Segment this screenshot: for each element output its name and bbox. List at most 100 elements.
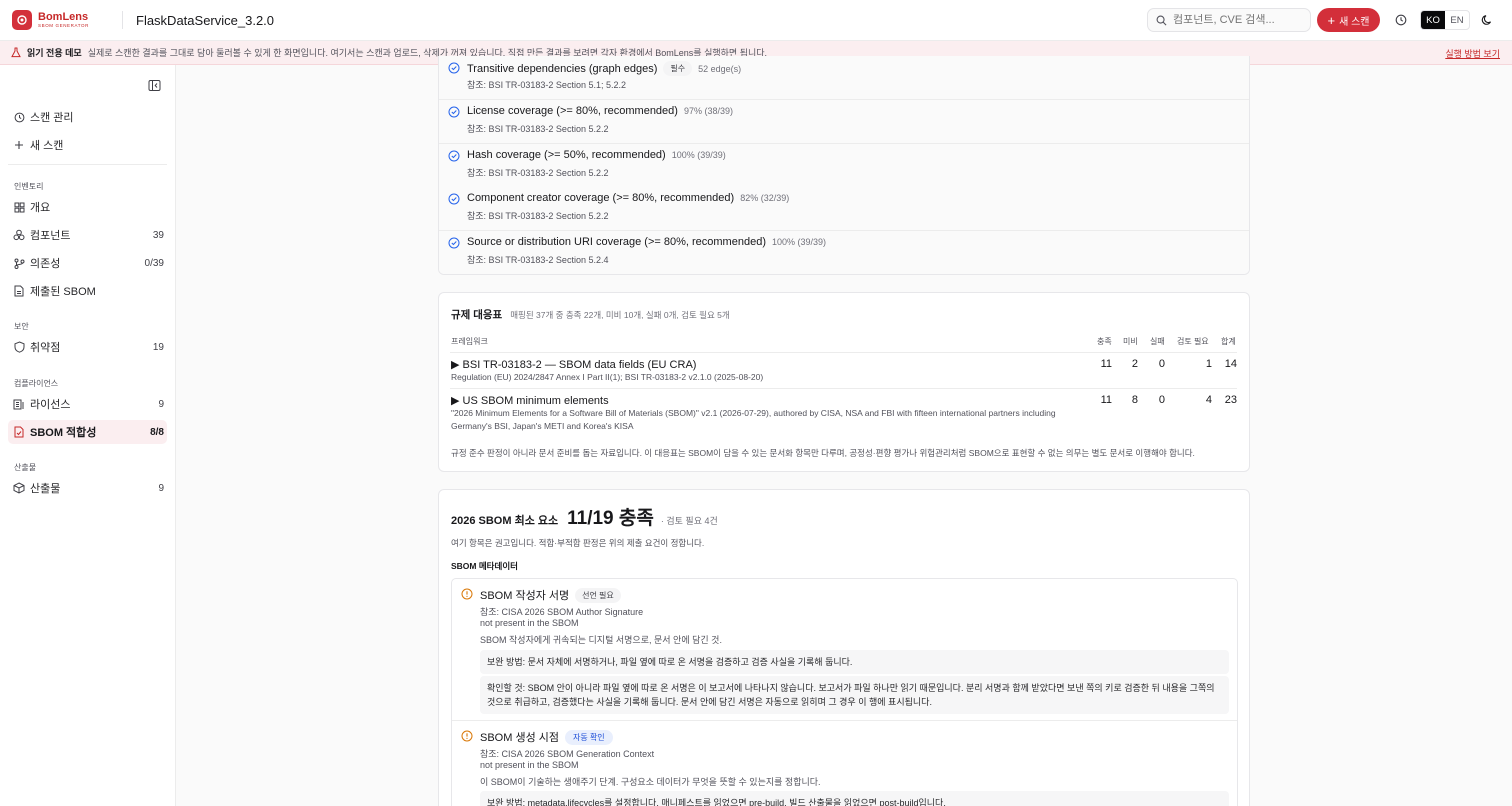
check-meta: 100% (39/39) <box>771 237 827 247</box>
check-circle-icon <box>448 193 460 208</box>
lang-en-button[interactable]: EN <box>1445 11 1469 29</box>
reg-table-summary: 매핑된 37개 중 충족 22개, 미비 10개, 실패 0개, 검토 필요 5… <box>510 310 730 320</box>
sidebar-item-label: 새 스캔 <box>30 140 64 152</box>
brand-name: BomLens <box>38 10 89 23</box>
cubes-icon <box>13 229 25 241</box>
sidebar-item-new-scan[interactable]: 새 스캔 <box>8 133 167 157</box>
met-count: 11 <box>1100 358 1112 370</box>
search-box[interactable] <box>1147 8 1311 32</box>
check-title: Component creator coverage (>= 80%, reco… <box>467 192 735 204</box>
minimum-elements-card: 2026 SBOM 최소 요소 11/19 충족 · 검토 필요 4건 여기 항… <box>438 489 1250 806</box>
element-detail: 이 SBOM이 기술하는 생애주기 단계. 구성요소 데이터가 무엇을 뜻할 수… <box>480 777 821 787</box>
new-scan-button[interactable]: + 새 스캔 <box>1317 8 1380 32</box>
sidebar-item-count: 9 <box>158 482 164 494</box>
warning-circle-icon <box>461 730 473 745</box>
col-header-fail: 실패 <box>1150 337 1165 346</box>
plus-icon: + <box>1327 12 1336 28</box>
search-input[interactable] <box>1173 14 1303 26</box>
framework-description: Regulation (EU) 2024/2847 Annex I Part I… <box>451 372 764 382</box>
sidebar-item-components[interactable]: 컴포넌트 39 <box>8 223 167 247</box>
total-count: 23 <box>1224 394 1237 406</box>
history-button[interactable] <box>1390 9 1412 31</box>
check-guidance: 확인할 것: SBOM 안이 아니라 파일 옆에 따로 온 서명은 이 보고서에… <box>480 676 1229 714</box>
min-elements-label: 2026 SBOM 최소 요소 <box>451 515 559 527</box>
fix-guidance: 보완 방법: metadata.lifecycles를 설정합니다. 매니페스트… <box>480 791 1229 806</box>
file-check-icon <box>13 426 25 438</box>
sidebar-item-label: SBOM 적합성 <box>30 427 97 439</box>
branch-icon <box>13 257 25 269</box>
check-circle-icon <box>448 150 460 165</box>
check-meta: 82% (32/39) <box>740 193 790 203</box>
bsi-checks-panel: Transitive dependencies (graph edges) 필수 5… <box>438 56 1250 275</box>
sidebar-item-dependencies[interactable]: 의존성 0/39 <box>8 251 167 275</box>
element-item: SBOM 생성 시점 자동 확인 참조: CISA 2026 SBOM Gener… <box>452 721 1237 806</box>
framework-name[interactable]: ▶ BSI TR-03183-2 — SBOM data fields (EU … <box>451 358 696 371</box>
review-count: 1 <box>1205 358 1212 370</box>
regulation-table-card: 규제 대응표 매핑된 37개 중 충족 22개, 미비 10개, 실패 0개, 검… <box>438 292 1250 472</box>
check-reference: 참조: BSI TR-03183-2 Section 5.2.2 <box>467 124 609 134</box>
sidebar-section-compliance: 컴플라이언스 <box>14 379 59 388</box>
banner-howto-link[interactable]: 실행 방법 보기 <box>1445 47 1500 60</box>
language-switch: KO EN <box>1420 10 1470 30</box>
check-reference: 참조: BSI TR-03183-2 Section 5.2.4 <box>467 255 609 265</box>
min-elements-description: 여기 항목은 권고입니다. 적합·부적합 판정은 위의 제출 요건이 정합니다. <box>451 538 705 548</box>
sidebar-section-security: 보안 <box>14 322 29 331</box>
sidebar-item-label: 스캔 관리 <box>30 112 74 124</box>
check-circle-icon <box>448 62 460 77</box>
required-badge: 필수 <box>663 61 693 76</box>
brand-logo[interactable]: BomLens SBOM GENERATOR <box>12 10 116 30</box>
framework-name[interactable]: ▶ US SBOM minimum elements <box>451 394 609 407</box>
sidebar-item-count: 0/39 <box>144 257 164 269</box>
element-title: SBOM 생성 시점 <box>480 732 559 744</box>
missing-count: 2 <box>1131 358 1138 370</box>
clock-icon <box>13 111 25 123</box>
check-row: Source or distribution URI coverage (>= … <box>439 231 1249 274</box>
project-title: FlaskDataService_3.2.0 <box>136 12 275 28</box>
lang-ko-button[interactable]: KO <box>1421 11 1445 29</box>
sidebar-item-count: 19 <box>152 341 164 353</box>
reg-table-title: 규제 대응표 <box>451 309 503 321</box>
flask-icon <box>11 47 21 58</box>
sidebar-item-label: 제출된 SBOM <box>30 286 96 298</box>
table-divider <box>450 352 1237 353</box>
col-header-total: 합계 <box>1221 337 1236 346</box>
sidebar-item-artifacts[interactable]: 산출물 9 <box>8 476 167 500</box>
min-elements-review-count: · 검토 필요 4건 <box>660 516 718 526</box>
check-reference: 참조: BSI TR-03183-2 Section 5.2.2 <box>467 168 609 178</box>
sidebar-item-submitted-sbom[interactable]: 제출된 SBOM <box>8 279 167 303</box>
element-item: SBOM 작성자 서명 선언 필요 참조: CISA 2026 SBOM Auth… <box>452 579 1237 721</box>
sidebar-item-scan-management[interactable]: 스캔 관리 <box>8 105 167 129</box>
check-row: Transitive dependencies (graph edges) 필수 5… <box>439 56 1249 100</box>
table-divider <box>450 388 1237 389</box>
element-list: SBOM 작성자 서명 선언 필요 참조: CISA 2026 SBOM Auth… <box>451 578 1238 806</box>
file-icon <box>13 285 25 297</box>
check-title: Source or distribution URI coverage (>= … <box>467 236 766 248</box>
check-row: Component creator coverage (>= 80%, reco… <box>439 187 1249 231</box>
auto-check-badge: 자동 확인 <box>565 730 613 745</box>
col-header-missing: 미비 <box>1123 337 1138 346</box>
sidebar-item-overview[interactable]: 개요 <box>8 195 167 219</box>
sidebar-item-label: 의존성 <box>30 258 61 270</box>
check-meta: 52 edge(s) <box>698 64 742 74</box>
clock-icon <box>1395 14 1407 26</box>
check-meta: 97% (38/39) <box>683 106 733 116</box>
sidebar-item-vulnerabilities[interactable]: 취약점 19 <box>8 335 167 359</box>
sidebar-collapse-button[interactable] <box>148 79 161 95</box>
search-icon <box>1156 15 1167 25</box>
element-reference: 참조: CISA 2026 SBOM Author Signature <box>480 607 644 617</box>
brand-subtitle: SBOM GENERATOR <box>38 22 89 28</box>
sidebar-item-licenses[interactable]: 라이선스 9 <box>8 392 167 416</box>
grid-icon <box>13 201 25 213</box>
total-count: 14 <box>1224 358 1237 370</box>
missing-count: 8 <box>1131 394 1138 406</box>
sidebar-item-sbom-conformance[interactable]: SBOM 적합성 8/8 <box>8 420 167 444</box>
box-icon <box>13 482 25 494</box>
group-title: SBOM 메타데이터 <box>451 561 518 571</box>
check-title: Transitive dependencies (graph edges) <box>467 63 658 75</box>
check-reference: 참조: BSI TR-03183-2 Section 5.1; 5.2.2 <box>467 80 626 90</box>
min-elements-score: 11/19 충족 <box>567 508 654 529</box>
warning-circle-icon <box>461 588 473 603</box>
col-header-framework: 프레임워크 <box>451 337 488 346</box>
theme-toggle[interactable] <box>1476 9 1498 31</box>
banner-title: 읽기 전용 데모 <box>27 48 82 58</box>
